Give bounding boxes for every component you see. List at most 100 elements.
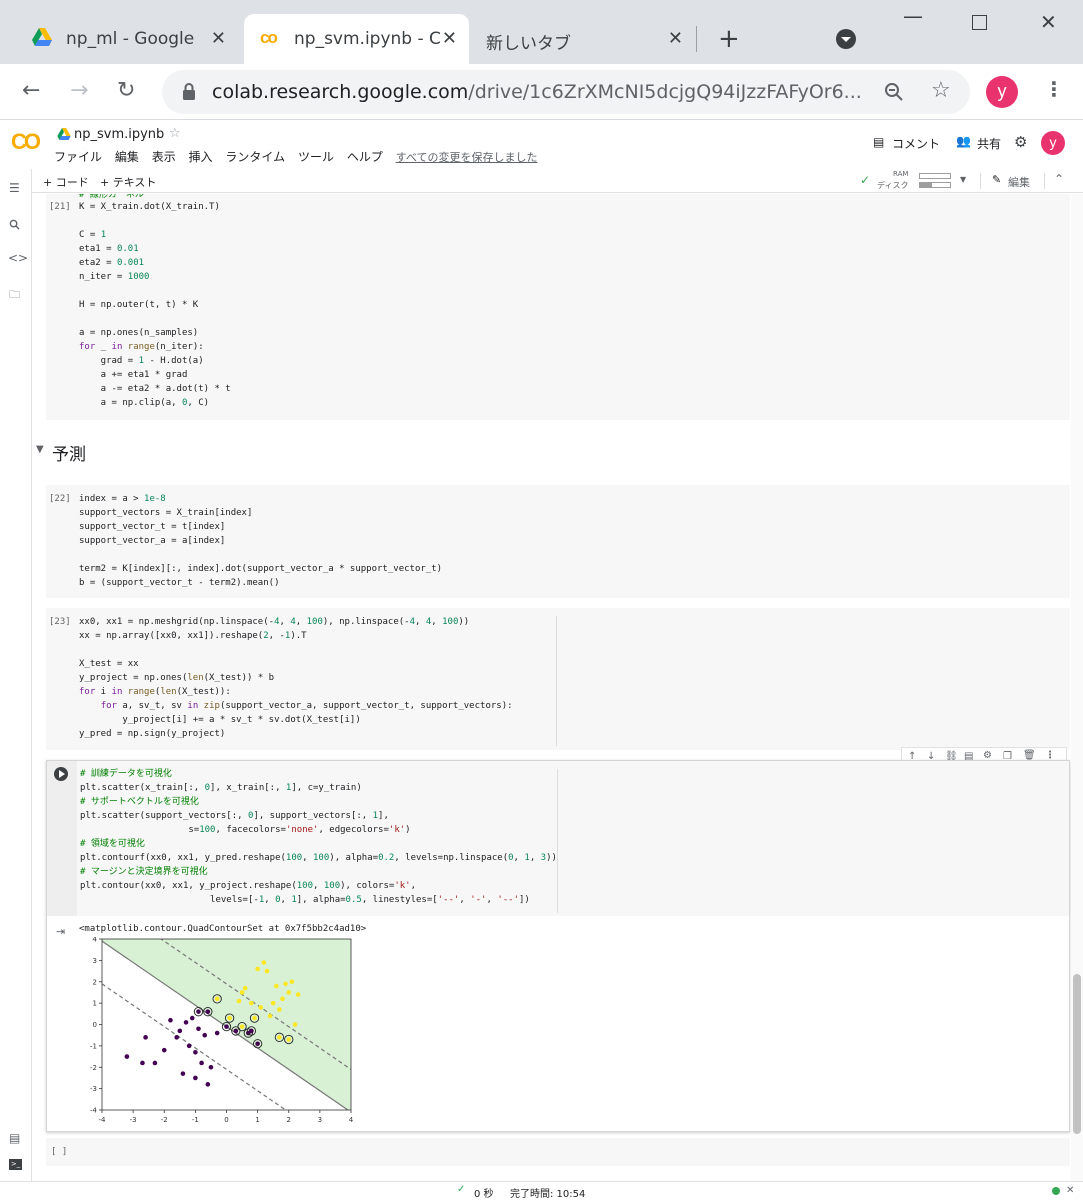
scrollbar-thumb[interactable] [1073,974,1081,1134]
table-of-contents-icon[interactable]: ☰ [9,181,20,195]
colab-logo[interactable]: CO [11,129,41,155]
browser-tab-new[interactable]: 新しいタブ ✕ [470,14,695,64]
data-point [199,1060,204,1066]
close-tab-icon[interactable]: ✕ [442,28,457,49]
settings-gear-icon[interactable]: ⚙ [1014,133,1027,151]
data-point [289,979,295,985]
disk-meter[interactable] [919,182,951,188]
y-tick-label: 2 [93,978,97,986]
edit-button[interactable]: 編集 [1008,174,1030,190]
command-palette-icon[interactable]: ▤ [9,1131,20,1145]
code-cell-21[interactable]: # 線形カーネル [21] K = X_train.dot(X_train.T)… [46,194,1070,420]
collapse-header-icon[interactable]: ⌃ [1054,172,1064,186]
browser-tab-colab[interactable]: co np_svm.ipynb - C ✕ [244,14,469,64]
data-point [183,1020,189,1025]
edit-pencil-icon[interactable]: ✎ [992,173,1001,186]
x-tick-label: -3 [130,1116,137,1124]
minimize-window-icon[interactable]: — [903,4,923,28]
menu-edit[interactable]: 編集 [115,150,139,164]
close-window-icon[interactable]: ✕ [1040,10,1057,34]
tab-search-icon[interactable] [836,29,856,49]
share-button[interactable]: 共有 [977,135,1001,152]
comment-button[interactable]: コメント [892,135,940,152]
new-tab-plus-icon[interactable]: + [718,24,740,54]
tab-title: np_svm.ipynb - C [294,29,441,49]
browser-menu-icon[interactable]: ⋮ [1044,77,1064,101]
support-vector-point [239,1024,245,1029]
output-menu-icon[interactable]: ⇥ [56,925,65,938]
back-arrow-icon[interactable]: ← [22,78,40,103]
resources-dropdown-icon[interactable]: ▼ [960,175,966,184]
close-tab-icon[interactable]: ✕ [211,28,226,49]
close-tab-icon[interactable]: ✕ [668,28,683,49]
share-people-icon[interactable]: 👥 [956,134,971,148]
terminal-icon[interactable]: >_ [9,1159,22,1170]
data-point [214,1030,220,1036]
star-icon[interactable]: ☆ [169,126,181,141]
menu-view[interactable]: 表示 [152,150,176,164]
support-vector-point [252,1015,257,1021]
data-point [143,1035,148,1040]
section-collapse-icon[interactable]: ▼ [36,444,44,455]
maximize-window-icon[interactable] [972,15,987,30]
menu-help[interactable]: ヘルプ [347,150,383,164]
connected-check-icon: ✓ [860,173,871,187]
support-vector-point [286,1037,292,1042]
support-vector-point [196,1009,201,1014]
menu-runtime[interactable]: ランタイム [225,150,285,164]
data-point [264,968,270,974]
data-point [161,1047,167,1053]
active-cell-gutter [47,761,77,916]
data-point [283,981,288,987]
address-bar[interactable]: colab.research.google.com/drive/1c6ZrXMc… [162,70,970,114]
notebook-area: # 線形カーネル [21] K = X_train.dot(X_train.T)… [33,194,1083,1181]
user-avatar[interactable]: y [1041,131,1065,155]
search-icon[interactable] [9,219,20,230]
add-code-button[interactable]: + コード [43,174,89,190]
code-snippets-icon[interactable]: <> [8,251,28,265]
completed-time[interactable]: 完了時間: 10:54 [510,1185,585,1200]
zoom-icon[interactable] [884,82,904,102]
cell23-code[interactable]: xx0, xx1 = np.meshgrid(np.linspace(-4, 4… [79,615,513,741]
support-vector-point [277,1035,282,1040]
run-cell-play-icon[interactable] [54,767,68,781]
plot-cell-code[interactable]: # 訓練データを可視化 plt.scatter(x_train[:, 0], x… [80,767,557,907]
bookmark-star-icon[interactable]: ☆ [931,78,951,103]
reload-icon[interactable]: ↻ [117,78,135,103]
cell22-code[interactable]: index = a > 1e-8 support_vectors = X_tra… [79,492,442,590]
data-point [258,1005,264,1010]
notebook-scrollbar[interactable] [1071,194,1083,1181]
comment-icon[interactable]: ▤ [873,135,884,149]
svm-plot: -4 -3 -2 -1 0 1 2 3 4 -4 -3 -2 -1 0 1 2 3 4 [90,937,354,1124]
y-tick-label: 0 [93,1021,97,1029]
y-tick-label: -4 [90,1107,98,1115]
profile-avatar[interactable]: y [986,76,1018,108]
files-folder-icon[interactable]: 🗀 [9,286,20,305]
code-cell-23[interactable]: [23] xx0, xx1 = np.meshgrid(np.linspace(… [46,608,1070,750]
support-vector-point [214,996,220,1002]
ram-meter[interactable] [919,173,951,179]
x-tick-label: 2 [287,1116,291,1124]
data-point [208,1064,214,1070]
menu-file[interactable]: ファイル [54,150,102,164]
code-cell-22[interactable]: [22] index = a > 1e-8 support_vectors = … [46,485,1070,598]
cell21-code[interactable]: K = X_train.dot(X_train.T) C = 1 eta1 = … [79,200,231,410]
x-tick-label: 4 [349,1116,354,1124]
saved-status[interactable]: すべての変更を保存しました [396,151,538,164]
support-vector-point [205,1009,211,1014]
forward-arrow-icon[interactable]: → [70,78,88,103]
data-point [239,990,245,995]
close-status-icon[interactable]: ✕ [1066,1185,1074,1196]
notebook-filename[interactable]: np_svm.ipynb [74,127,164,142]
menu-insert[interactable]: 挿入 [189,150,213,164]
code-cell-active[interactable]: # 訓練データを可視化 plt.scatter(x_train[:, 0], x… [46,760,1070,1132]
browser-tab-drive[interactable]: np_ml - Google ✕ [18,14,238,64]
data-point [196,1026,201,1032]
menu-tools[interactable]: ツール [298,150,334,164]
data-point [180,1071,186,1076]
connection-status-dot [1052,1187,1060,1195]
add-text-button[interactable]: + テキスト [100,174,156,190]
left-sidebar: ☰ <> 🗀 ▤ >_ [0,169,32,1181]
data-point [205,1082,211,1087]
empty-code-cell[interactable]: [ ] [46,1138,1070,1166]
